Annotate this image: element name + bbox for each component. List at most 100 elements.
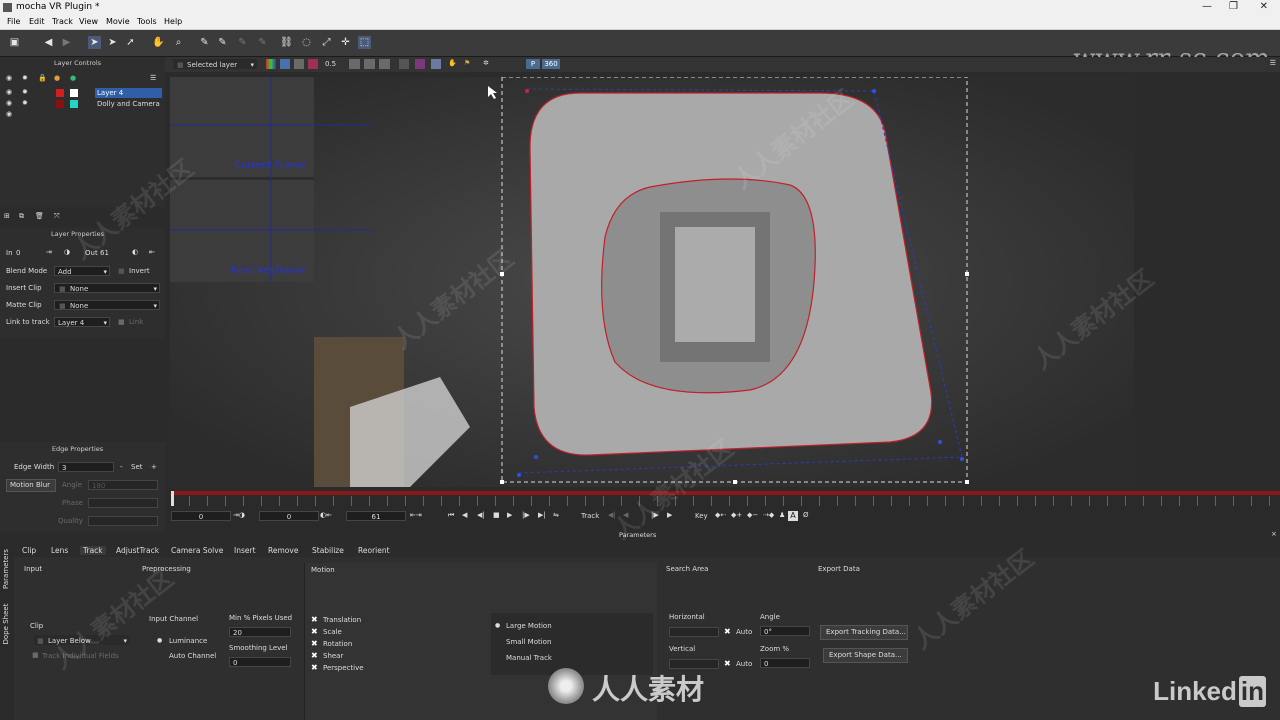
link-to-track-select[interactable]: Layer 4 ▾ — [54, 317, 110, 327]
transform-tool-icon[interactable]: ⤢ — [320, 36, 333, 49]
tab-reorient[interactable]: Reorient — [358, 546, 390, 555]
horizontal-auto-checkbox[interactable]: ✖ — [724, 627, 731, 636]
tab-remove[interactable]: Remove — [268, 546, 298, 555]
tab-lens[interactable]: Lens — [51, 546, 68, 555]
menu-tools[interactable]: Tools — [137, 17, 157, 26]
bezier-tool-icon[interactable]: ✎ — [236, 36, 249, 49]
clear-keys-icon[interactable]: ♟ — [779, 511, 785, 519]
in-value[interactable]: 0 — [16, 249, 20, 257]
visibility-icon[interactable]: ◉ — [6, 110, 12, 118]
surface-corner-handle[interactable] — [960, 457, 964, 461]
bounds-handle[interactable] — [965, 480, 969, 484]
surface-tool-icon[interactable]: ⬚ — [358, 36, 371, 49]
add-bezier-icon[interactable]: ✎ — [256, 36, 269, 49]
goto-in-icon[interactable]: ◑ — [64, 248, 70, 256]
playhead-marker[interactable] — [171, 491, 174, 506]
tab-adjusttrack[interactable]: AdjustTrack — [116, 546, 159, 555]
perspective-checkbox[interactable]: ✖ — [311, 663, 318, 672]
menu-track[interactable]: Track — [52, 17, 73, 26]
hand-icon[interactable]: ✋ — [448, 59, 457, 67]
goto-out-icon[interactable]: ◐ — [132, 248, 138, 256]
track-individual-checkbox[interactable]: ■ — [32, 651, 39, 659]
viewer[interactable]: Current Frame Next Keyframe — [170, 77, 1134, 487]
large-motion-radio[interactable]: ● — [495, 622, 500, 629]
timeline-start-field[interactable]: 0 — [171, 511, 231, 521]
viewer-menu-icon[interactable]: ☰ — [1270, 59, 1276, 67]
horizontal-input[interactable] — [669, 627, 719, 637]
add-layer-icon[interactable]: ⊞ — [4, 212, 10, 220]
motion-blur-button[interactable]: Motion Blur — [6, 479, 56, 492]
side-tab-parameters[interactable]: Parameters — [2, 544, 10, 594]
export-tracking-button[interactable]: Export Tracking Data... — [820, 625, 908, 640]
surface-corner-handle[interactable] — [525, 89, 529, 93]
menu-movie[interactable]: Movie — [106, 17, 130, 26]
insert-clip-select[interactable]: ■ None ▾ — [54, 283, 160, 293]
zoom-timeline-icon[interactable]: ⇤⇥ — [410, 511, 422, 519]
play-forward-icon[interactable]: |▶ — [522, 511, 530, 519]
settings-icon[interactable]: ✹ — [22, 88, 28, 96]
layer-row[interactable]: ◉ — [4, 110, 34, 120]
lock-icon[interactable]: 🔒 — [38, 74, 47, 82]
search-angle-input[interactable]: 0° — [760, 626, 810, 636]
restore-button[interactable]: ❐ — [1229, 1, 1238, 12]
alpha-icon[interactable] — [280, 59, 290, 69]
opacity-value[interactable]: 0.5 — [325, 60, 336, 68]
timeline-track[interactable] — [171, 491, 1280, 495]
export-shape-button[interactable]: Export Shape Data... — [823, 648, 908, 663]
keyframe-mode-icon[interactable]: Ø — [803, 511, 809, 519]
set-in-point-icon[interactable]: ⇥◑ — [233, 511, 245, 519]
manual-track-label[interactable]: Manual Track — [506, 654, 552, 662]
zoom-tool-icon[interactable]: ⌕ — [172, 36, 185, 49]
layer-view-select[interactable]: ■ Selected layer ▾ — [173, 59, 257, 69]
goto-start-icon[interactable]: ⏮ — [448, 511, 454, 520]
spline-handle[interactable] — [938, 440, 942, 444]
pan-tool-icon[interactable]: ✋ — [152, 36, 165, 49]
select-all-tool-icon[interactable]: ➤ — [106, 36, 119, 49]
set-out-point-icon[interactable]: ◐⇤ — [320, 511, 332, 519]
stop-icon[interactable]: ■ — [493, 511, 500, 519]
tab-track[interactable]: Track — [80, 546, 106, 555]
matte-clip-select[interactable]: ■ None ▾ — [54, 300, 160, 310]
timeline-in-field[interactable]: 0 — [259, 511, 319, 521]
surface-corner-handle[interactable] — [872, 89, 876, 93]
invert-checkbox[interactable]: ■ — [118, 267, 125, 275]
settings-icon[interactable]: ✹ — [22, 99, 28, 107]
layer-color-swatch[interactable] — [70, 89, 78, 97]
bounds-handle[interactable] — [965, 272, 969, 276]
autokey-icon[interactable]: A — [788, 511, 798, 521]
edge-width-minus[interactable]: - — [120, 463, 123, 471]
layer-color-swatch[interactable] — [70, 100, 78, 108]
zoom-window-icon[interactable] — [431, 59, 441, 69]
duplicate-layer-icon[interactable]: ⧉ — [19, 212, 24, 221]
layer-color-swatch[interactable] — [56, 100, 64, 108]
tab-insert[interactable]: Insert — [234, 546, 256, 555]
undo-icon[interactable]: ◀ — [42, 36, 55, 49]
auto-channel-label[interactable]: Auto Channel — [169, 652, 216, 660]
visibility-icon[interactable]: ◉ — [6, 99, 12, 107]
bounds-handle[interactable] — [500, 480, 504, 484]
set-out-icon[interactable]: ⇤ — [149, 248, 155, 256]
delete-layer-icon[interactable]: 🗑 — [35, 212, 44, 220]
luminance-radio[interactable]: ● — [157, 637, 162, 644]
step-back-icon[interactable]: ◀ — [462, 511, 467, 519]
translation-checkbox[interactable]: ✖ — [311, 615, 318, 624]
timeline-ruler[interactable] — [171, 496, 1280, 506]
parameters-close-icon[interactable]: × — [1271, 530, 1277, 538]
settings-icon[interactable]: ✹ — [22, 74, 28, 82]
minimize-button[interactable]: — — [1202, 1, 1212, 12]
expand-icon[interactable]: ⤧ — [54, 212, 60, 221]
p-button[interactable]: P — [526, 59, 540, 69]
blend-mode-select[interactable]: Add ▾ — [54, 266, 110, 276]
color-wheel-icon[interactable]: ● — [54, 74, 60, 82]
bounds-handle[interactable] — [733, 480, 737, 484]
snap-icon[interactable]: ✲ — [483, 59, 489, 67]
tab-camera-solve[interactable]: Camera Solve — [171, 546, 223, 555]
lock-view-icon[interactable]: ⚑ — [464, 59, 470, 67]
layer-row[interactable]: ◉ ✹ Layer 4 — [4, 88, 162, 98]
menu-file[interactable]: File — [7, 17, 20, 26]
set-in-icon[interactable]: ⇥ — [46, 248, 52, 256]
redo-icon[interactable]: ▶ — [60, 36, 73, 49]
edge-width-set-button[interactable]: Set — [131, 463, 143, 471]
tab-clip[interactable]: Clip — [22, 546, 36, 555]
spline-handle[interactable] — [534, 455, 538, 459]
